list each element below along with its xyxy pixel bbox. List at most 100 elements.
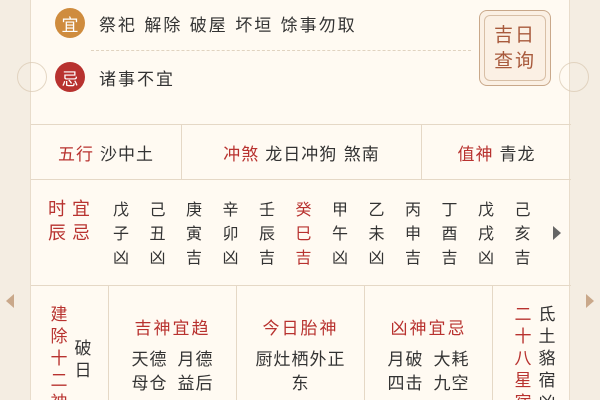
- jishen-item: 益后: [177, 374, 214, 394]
- hour-luck: 凶: [222, 248, 239, 267]
- xiongshen-item: 四击: [387, 374, 424, 394]
- jishen-item: 母仓: [131, 374, 168, 394]
- jianchu-char: 除: [50, 327, 68, 347]
- chongsha-label: 冲煞: [223, 144, 260, 165]
- taishen-text: 厨灶栖外正: [255, 350, 346, 370]
- wuxing-label: 五行: [58, 144, 94, 165]
- hour-gan: 戊: [112, 200, 129, 219]
- hour-zhi: 子: [112, 224, 129, 243]
- jianchu-char: 二: [50, 371, 68, 391]
- yi-badge: 宜: [55, 8, 85, 38]
- jishen-item: 月德: [177, 350, 214, 370]
- hour-zhi: 申: [404, 224, 421, 243]
- hour-column: 甲午凶: [328, 198, 352, 270]
- zhishen-label: 值神: [457, 144, 494, 165]
- xiongshen-item: 大耗: [433, 350, 470, 370]
- jishen-item: 天德: [131, 350, 168, 370]
- next-day-arrow-icon[interactable]: [586, 294, 594, 308]
- hour-gan: 乙: [368, 200, 385, 219]
- jishen-column: 吉神宜趋 天德 母仓 月德 益后: [109, 286, 237, 400]
- xingxiu-value-char: 氐: [538, 305, 556, 325]
- hour-column: 辛卯凶: [219, 198, 243, 270]
- hour-zhi: 寅: [185, 224, 202, 243]
- hour-zhi: 酉: [441, 224, 458, 243]
- hour-luck: 凶: [477, 248, 494, 267]
- jianchu-char: 神: [49, 392, 69, 400]
- hour-zhi: 卯: [222, 224, 239, 243]
- hour-luck: 吉: [185, 248, 202, 267]
- jianchu-value: 破 日: [73, 338, 93, 382]
- hour-column: 丁酉吉: [438, 198, 462, 270]
- hour-zhi: 亥: [514, 224, 531, 243]
- divider: [91, 50, 471, 51]
- hour-gan: 己: [149, 200, 166, 219]
- xingxiu-label: 二 十 八 星 宿: [513, 304, 533, 400]
- hours-label-char: 宜: [72, 199, 90, 220]
- hour-column: 己亥吉: [511, 198, 535, 270]
- xingxiu-char: 宿: [513, 392, 533, 400]
- zhishen-value: 青龙: [499, 144, 536, 165]
- taishen-title: 今日胎神: [262, 319, 339, 339]
- hour-luck: 吉: [441, 248, 458, 267]
- xingxiu-value-char: 土: [538, 327, 556, 347]
- hour-column: 癸巳吉: [292, 198, 316, 270]
- hour-luck: 凶: [112, 248, 129, 267]
- xingxiu-value-char: 貉: [538, 349, 556, 369]
- hour-column: 戊子凶: [109, 198, 133, 270]
- hour-zhi: 辰: [258, 224, 275, 243]
- hour-gan: 庚: [185, 200, 202, 219]
- xiongshen-column: 凶神宜忌 月破 四击 大耗 九空: [365, 286, 493, 400]
- hour-gan: 壬: [258, 200, 275, 219]
- xiongshen-item: 九空: [433, 374, 470, 394]
- wuxing-row: 五行 沙中土 冲煞 龙日冲狗 煞南 值神 青龙: [31, 124, 571, 180]
- next-hours-arrow-icon[interactable]: [553, 226, 561, 240]
- hour-column: 己丑凶: [146, 198, 170, 270]
- xingxiu-char: 二: [514, 305, 532, 325]
- query-button-line1: 吉日: [493, 24, 536, 46]
- chongsha-value: 龙日冲狗 煞南: [265, 144, 380, 165]
- jianchu-char: 十: [50, 349, 68, 369]
- jianchu-label: 建 除 十 二 神: [49, 304, 69, 400]
- jianchu-char: 建: [50, 305, 68, 325]
- ji-row: 忌 诸事不宜: [55, 62, 175, 92]
- xiongshen-item: 月破: [387, 350, 424, 370]
- previous-day-arrow-icon[interactable]: [6, 294, 14, 308]
- hour-column: 壬辰吉: [255, 198, 279, 270]
- hour-zhi: 丑: [149, 224, 166, 243]
- hours-label-char: 忌: [72, 223, 90, 244]
- hour-column: 戊戌凶: [474, 198, 498, 270]
- hour-zhi: 戌: [477, 224, 494, 243]
- yi-text: 祭祀 解除 破屋 坏垣 馀事勿取: [99, 15, 357, 36]
- ji-badge: 忌: [55, 62, 85, 92]
- hour-gan: 戊: [477, 200, 494, 219]
- xingxiu-char: 星: [514, 371, 532, 391]
- hours-label: 时 辰 宜 忌: [45, 198, 95, 246]
- hour-luck: 凶: [368, 248, 385, 267]
- xingxiu-value: 氐 土 貉 宿 凶: [537, 304, 557, 400]
- hour-luck: 吉: [404, 248, 421, 267]
- hour-gan: 癸: [295, 200, 312, 219]
- yi-ji-section: 宜 祭祀 解除 破屋 坏垣 馀事勿取 忌 诸事不宜 吉日 查询: [17, 0, 589, 112]
- hours-section: 时 辰 宜 忌 戊子凶己丑凶庚寅吉辛卯凶壬辰吉癸巳吉甲午凶乙未凶丙申吉丁酉吉戊戌…: [31, 180, 571, 286]
- query-button-line2: 查询: [493, 50, 536, 72]
- taishen-text: 东: [291, 374, 310, 394]
- auspicious-day-query-button[interactable]: 吉日 查询: [479, 10, 551, 86]
- hour-luck: 凶: [149, 248, 166, 267]
- xingxiu-value-char: 宿: [538, 371, 556, 391]
- wuxing-cell: 五行 沙中土: [31, 125, 181, 179]
- hour-gan: 丙: [404, 200, 421, 219]
- ji-text: 诸事不宜: [99, 69, 175, 90]
- hours-label-char: 时: [48, 199, 66, 220]
- yi-row: 宜 祭祀 解除 破屋 坏垣 馀事勿取: [55, 8, 357, 38]
- almanac-panel: 宜 祭祀 解除 破屋 坏垣 馀事勿取 忌 诸事不宜 吉日 查询 五行 沙中土 冲…: [17, 0, 589, 400]
- cloud-ornament-icon: [559, 62, 589, 92]
- hour-column: 丙申吉: [401, 198, 425, 270]
- xingxiu-column: 二 十 八 星 宿 氐 土 貉 宿 凶: [493, 286, 571, 400]
- hour-luck: 凶: [331, 248, 348, 267]
- hour-luck: 吉: [258, 248, 275, 267]
- jianchu-column: 建 除 十 二 神 破 日: [31, 286, 109, 400]
- hour-luck: 吉: [295, 248, 312, 267]
- cloud-ornament-icon: [17, 62, 47, 92]
- hour-gan: 己: [514, 200, 531, 219]
- jianchu-value-char: 日: [74, 361, 92, 381]
